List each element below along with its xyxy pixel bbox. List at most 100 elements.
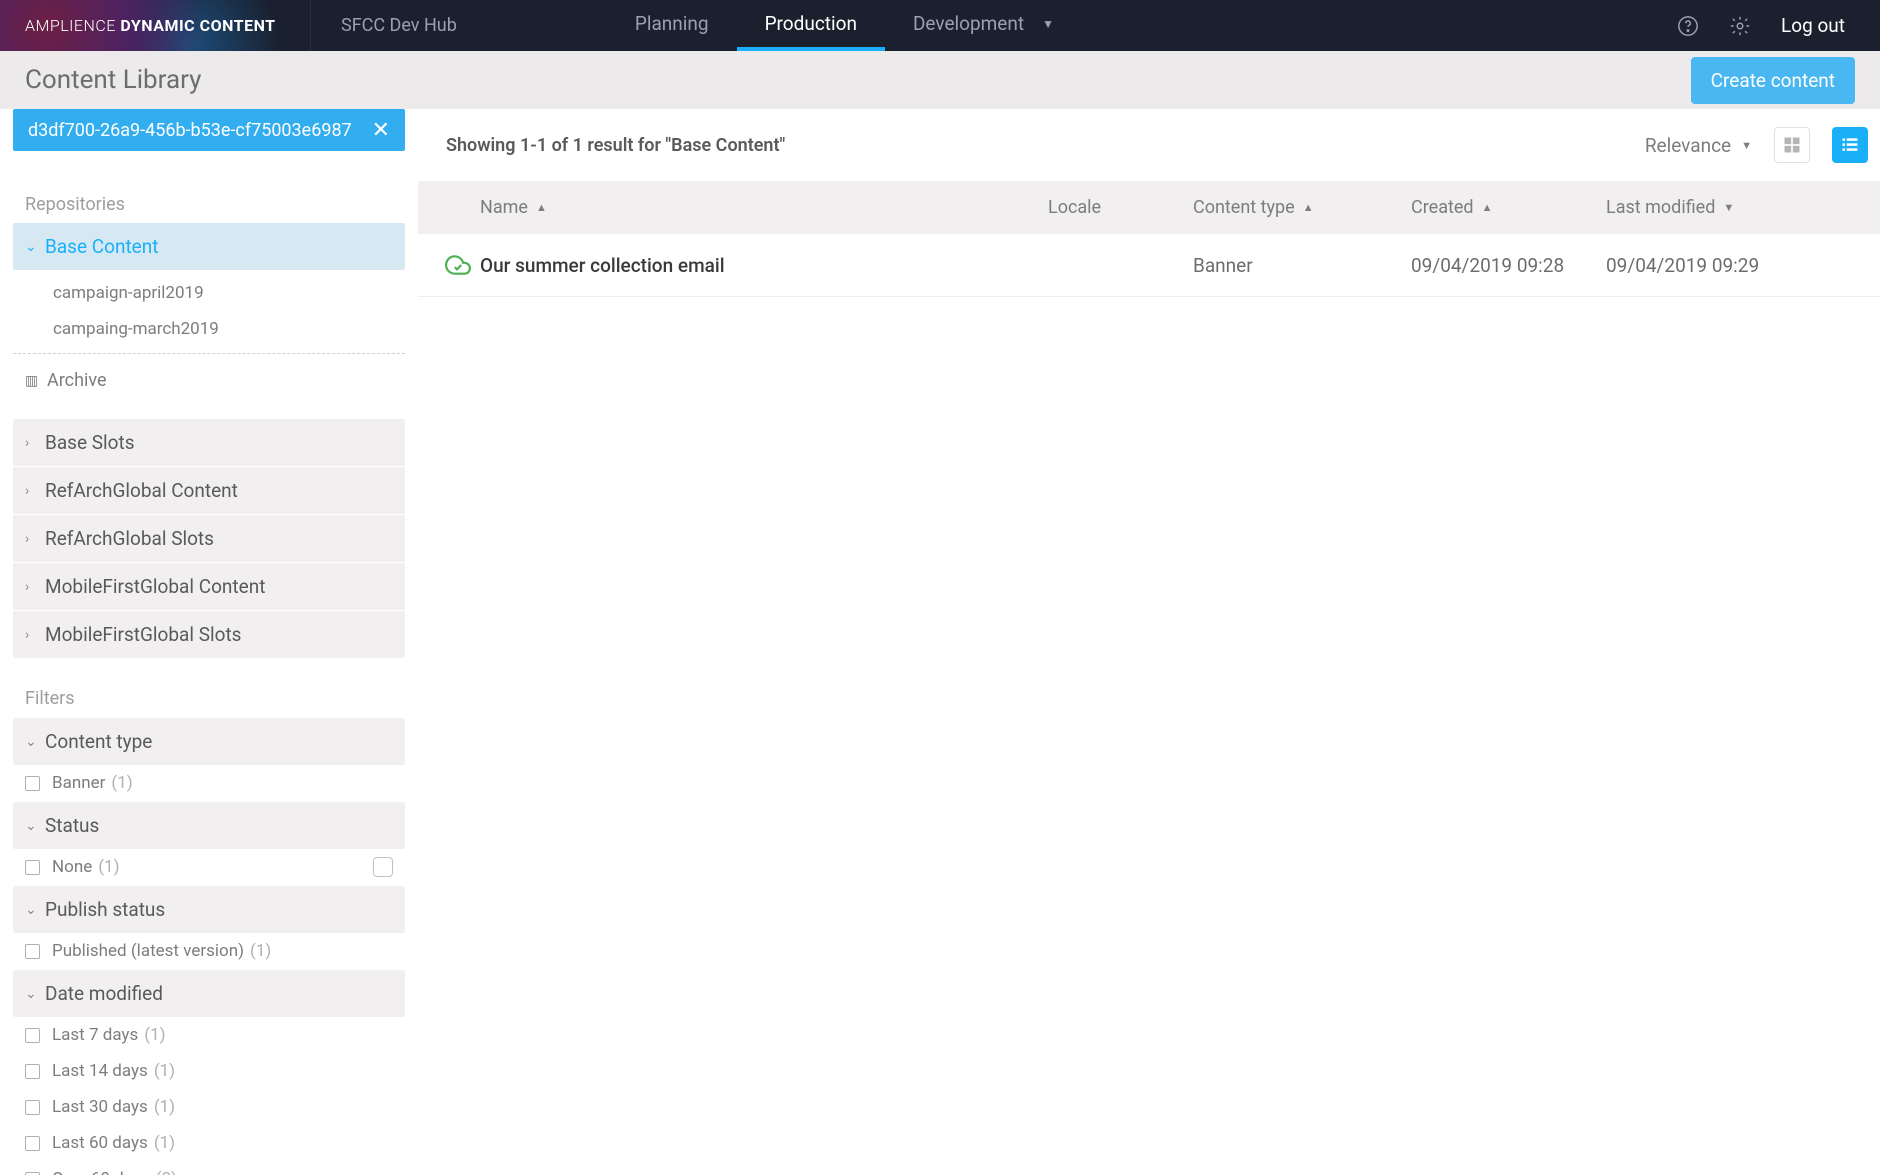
filter-option-count: (1): [154, 1097, 175, 1117]
repo-folder[interactable]: campaing-march2019: [13, 311, 405, 347]
filter-head-label: Status: [45, 814, 99, 837]
filter-option-count: (1): [111, 773, 132, 793]
repo-label: RefArchGlobal Slots: [45, 527, 214, 550]
status-badge: [373, 857, 393, 877]
sidebar: ✕ Repositories ⌄ Base Content campaign-a…: [0, 109, 418, 1175]
tab-production[interactable]: Production: [737, 0, 885, 51]
filter-option-count: (1): [98, 857, 119, 877]
search-input[interactable]: [28, 120, 372, 141]
sort-dropdown[interactable]: Relevance ▼: [1645, 134, 1752, 157]
tab-development-label: Development: [913, 12, 1024, 35]
repo-label: MobileFirstGlobal Slots: [45, 623, 242, 646]
repo-refarch-slots[interactable]: › RefArchGlobal Slots: [13, 515, 405, 562]
filter-option-label: Last 14 days: [52, 1061, 148, 1081]
filter-date-modified[interactable]: ⌄ Date modified: [13, 970, 405, 1017]
main: ✕ Repositories ⌄ Base Content campaign-a…: [0, 109, 1880, 1175]
chevron-right-icon: ›: [25, 435, 45, 451]
filter-head-label: Date modified: [45, 982, 163, 1005]
grid-view-button[interactable]: [1774, 127, 1810, 163]
cell-name: Our summer collection email: [480, 254, 1048, 277]
filter-option[interactable]: Published (latest version) (1): [13, 933, 405, 969]
topbar: AMPLIENCE DYNAMIC CONTENT SFCC Dev Hub P…: [0, 0, 1880, 51]
repo-base-content[interactable]: ⌄ Base Content: [13, 223, 405, 270]
chevron-right-icon: ›: [25, 531, 45, 547]
cell-created: 09/04/2019 09:28: [1411, 254, 1606, 277]
column-header-name[interactable]: Name ▲: [480, 197, 1048, 218]
content-area: Showing 1-1 of 1 result for "Base Conten…: [418, 109, 1880, 1175]
column-label: Last modified: [1606, 197, 1715, 218]
filter-option-label: Last 60 days: [52, 1133, 148, 1153]
sort-asc-icon: ▲: [536, 201, 547, 214]
chevron-down-icon: ⌄: [25, 902, 45, 918]
table-header: Name ▲ Locale Content type ▲ Created ▲ L…: [418, 181, 1880, 234]
cell-modified: 09/04/2019 09:29: [1606, 254, 1852, 277]
divider: [13, 353, 405, 354]
filter-option-label: Banner: [52, 773, 105, 793]
column-header-modified[interactable]: Last modified ▼: [1606, 197, 1852, 218]
filter-status[interactable]: ⌄ Status: [13, 802, 405, 849]
checkbox[interactable]: [25, 944, 40, 959]
close-icon[interactable]: ✕: [372, 118, 390, 143]
filter-option-count: (1): [250, 941, 271, 961]
filter-option-count: (0): [156, 1169, 177, 1175]
checkbox[interactable]: [25, 776, 40, 791]
repositories-label: Repositories: [13, 186, 405, 223]
column-header-created[interactable]: Created ▲: [1411, 197, 1606, 218]
chevron-down-icon: ▼: [1042, 17, 1054, 31]
archive-link[interactable]: ▥ Archive: [13, 360, 405, 411]
repo-folder[interactable]: campaign-april2019: [13, 275, 405, 311]
filter-option-label: Over 60 days: [52, 1169, 150, 1175]
chevron-down-icon: ▼: [1741, 139, 1752, 152]
create-content-button[interactable]: Create content: [1691, 57, 1855, 104]
column-header-locale[interactable]: Locale: [1048, 197, 1193, 218]
cell-type: Banner: [1193, 254, 1411, 277]
help-icon[interactable]: [1677, 15, 1699, 37]
gear-icon[interactable]: [1729, 15, 1751, 37]
checkbox[interactable]: [25, 1064, 40, 1079]
filter-option-count: (1): [154, 1061, 175, 1081]
list-view-button[interactable]: [1832, 127, 1868, 163]
chevron-down-icon: ⌄: [25, 818, 45, 834]
filter-option-label: Last 7 days: [52, 1025, 138, 1045]
brand-light: AMPLIENCE: [25, 16, 116, 35]
repo-mobilefirst-slots[interactable]: › MobileFirstGlobal Slots: [13, 611, 405, 658]
logout-button[interactable]: Log out: [1781, 14, 1845, 37]
filter-option-label: Published (latest version): [52, 941, 244, 961]
checkbox[interactable]: [25, 860, 40, 875]
checkbox[interactable]: [25, 1136, 40, 1151]
nav-tabs: Planning Production Development ▼: [607, 0, 1082, 51]
filter-option[interactable]: Over 60 days (0): [13, 1161, 405, 1175]
filter-option[interactable]: Last 7 days (1): [13, 1017, 405, 1053]
filter-publish-status[interactable]: ⌄ Publish status: [13, 886, 405, 933]
sort-label: Relevance: [1645, 134, 1731, 157]
filter-head-label: Content type: [45, 730, 152, 753]
checkbox[interactable]: [25, 1172, 40, 1175]
column-header-type[interactable]: Content type ▲: [1193, 197, 1411, 218]
tab-development[interactable]: Development ▼: [885, 0, 1082, 51]
column-label: Name: [480, 197, 528, 218]
filter-option-count: (1): [154, 1133, 175, 1153]
hub-name[interactable]: SFCC Dev Hub: [310, 0, 487, 51]
filter-option[interactable]: None (1): [13, 849, 405, 885]
repo-label: RefArchGlobal Content: [45, 479, 238, 502]
results-text: Showing 1-1 of 1 result for "Base Conten…: [446, 135, 785, 156]
archive-icon: ▥: [25, 373, 47, 389]
table-row[interactable]: Our summer collection email Banner 09/04…: [418, 234, 1880, 297]
column-label: Content type: [1193, 197, 1295, 218]
chevron-down-icon: ⌄: [25, 239, 45, 255]
filter-option[interactable]: Banner (1): [13, 765, 405, 801]
repo-mobilefirst-content[interactable]: › MobileFirstGlobal Content: [13, 563, 405, 610]
archive-label: Archive: [47, 370, 107, 391]
filter-option[interactable]: Last 14 days (1): [13, 1053, 405, 1089]
filter-content-type[interactable]: ⌄ Content type: [13, 718, 405, 765]
filter-option[interactable]: Last 30 days (1): [13, 1089, 405, 1125]
repo-refarch-content[interactable]: › RefArchGlobal Content: [13, 467, 405, 514]
checkbox[interactable]: [25, 1028, 40, 1043]
publish-status-icon: [436, 252, 480, 278]
sort-controls: Relevance ▼: [1645, 127, 1868, 163]
filter-option[interactable]: Last 60 days (1): [13, 1125, 405, 1161]
tab-planning[interactable]: Planning: [607, 0, 737, 51]
checkbox[interactable]: [25, 1100, 40, 1115]
repo-base-slots[interactable]: › Base Slots: [13, 419, 405, 466]
column-label: Created: [1411, 197, 1474, 218]
